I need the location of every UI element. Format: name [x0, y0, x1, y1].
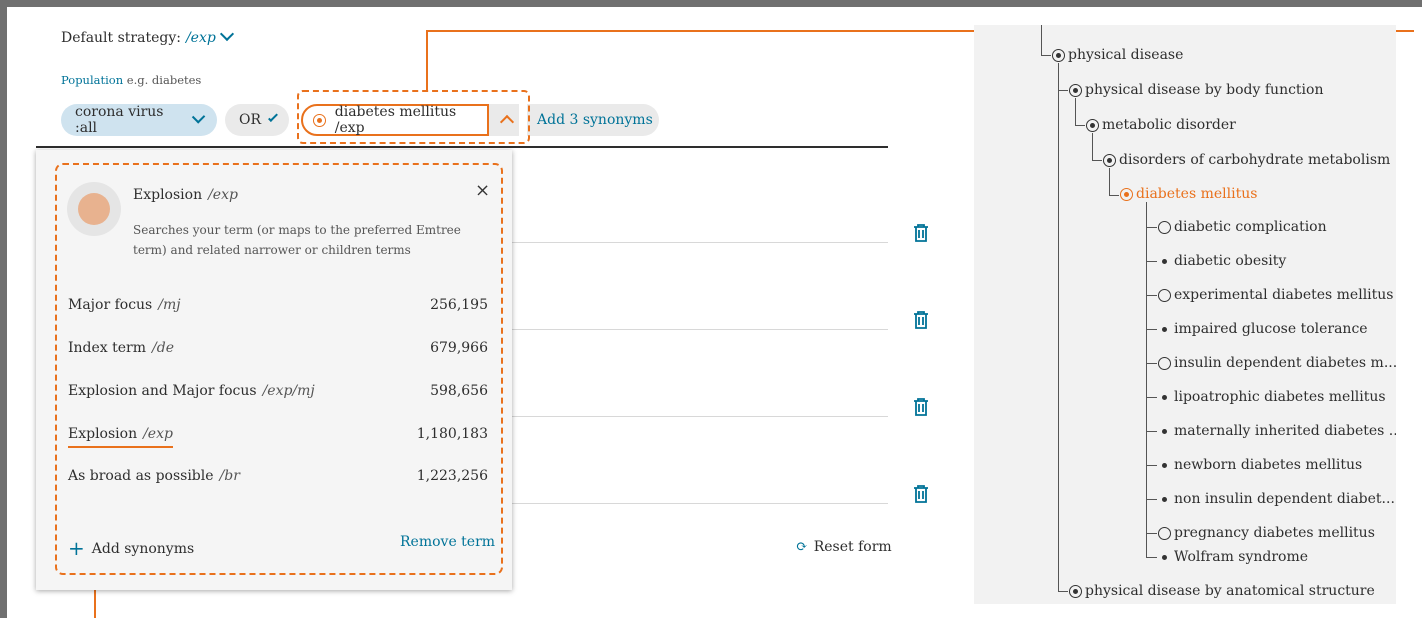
trash-icon[interactable]	[913, 485, 929, 503]
collapsed-node-icon	[1158, 356, 1171, 370]
tree-line	[1092, 133, 1093, 160]
expanded-node-icon	[1103, 153, 1116, 167]
population-label: Population e.g. diabetes	[61, 73, 201, 87]
population-hint: e.g. diabetes	[126, 73, 202, 87]
tree-line	[1075, 125, 1085, 126]
leaf-node-icon	[1158, 323, 1171, 336]
tree-node[interactable]: impaired glucose tolerance	[1158, 321, 1368, 337]
tree-line	[1146, 397, 1157, 398]
tree-node[interactable]: pregnancy diabetes mellitus	[1158, 525, 1375, 541]
tree-line	[1058, 90, 1068, 91]
tree-line	[1146, 295, 1157, 296]
refresh-icon: ⟳	[796, 539, 808, 555]
row-divider	[505, 242, 888, 243]
chip-label: corona virus :all	[75, 104, 164, 136]
tree-node[interactable]: physical disease by body function	[1069, 82, 1323, 98]
add-synonyms-chip[interactable]: Add 3 synonyms	[527, 104, 659, 136]
tree-line	[1146, 557, 1157, 558]
tree-node[interactable]: Wolfram syndrome	[1158, 549, 1308, 565]
row-divider	[505, 503, 888, 504]
tree-node[interactable]: lipoatrophic diabetes mellitus	[1158, 389, 1386, 405]
tree-line	[1075, 98, 1076, 125]
tree-node[interactable]: insulin dependent diabetes m...	[1158, 355, 1396, 371]
tree-line	[1058, 591, 1068, 592]
operator-dropdown[interactable]: OR	[225, 104, 289, 136]
tree-line	[1146, 465, 1157, 466]
expanded-node-icon	[1086, 118, 1099, 132]
reset-label: Reset form	[813, 539, 892, 555]
population-field-name: Population	[61, 73, 124, 87]
strategy-value[interactable]: /exp	[186, 30, 216, 46]
tree-node-selected[interactable]: diabetes mellitus	[1120, 186, 1257, 202]
tree-line	[1146, 499, 1157, 500]
operator-label: OR	[239, 112, 262, 128]
collapsed-node-icon	[1158, 526, 1171, 540]
strategy-label: Default strategy:	[61, 30, 181, 46]
tree-line	[1146, 431, 1157, 432]
trash-icon[interactable]	[913, 224, 929, 242]
tree-line	[1041, 25, 1042, 55]
expanded-node-icon	[1069, 83, 1082, 97]
leaf-node-icon	[1158, 255, 1171, 268]
chevron-down-icon[interactable]	[268, 112, 278, 122]
tree-node[interactable]: non insulin dependent diabet...	[1158, 491, 1395, 507]
default-strategy[interactable]: Default strategy: /exp	[61, 26, 234, 46]
collapsed-node-icon	[1158, 288, 1171, 302]
term-chip-corona-virus[interactable]: corona virus :all	[61, 104, 217, 136]
tree-line	[1041, 55, 1051, 56]
tree-node[interactable]: diabetic complication	[1158, 219, 1327, 235]
popup-highlight-outline	[55, 163, 503, 575]
tree-line	[1109, 195, 1119, 196]
leaf-node-icon	[1158, 459, 1171, 472]
leaf-node-icon	[1158, 493, 1171, 506]
tree-line	[1058, 63, 1059, 591]
row-divider	[505, 416, 888, 417]
tree-node[interactable]: newborn diabetes mellitus	[1158, 457, 1362, 473]
leaf-node-icon	[1158, 391, 1171, 404]
tree-node[interactable]: physical disease	[1052, 47, 1183, 63]
tree-line	[1146, 533, 1157, 534]
tree-node[interactable]: experimental diabetes mellitus	[1158, 287, 1393, 303]
chevron-down-icon[interactable]	[219, 26, 234, 42]
chevron-down-icon[interactable]	[191, 110, 206, 124]
emtree-panel: physical disease physical disease by bod…	[974, 25, 1396, 604]
term-highlight-outline	[297, 90, 530, 144]
selected-node-icon	[1120, 187, 1133, 201]
tree-node[interactable]: maternally inherited diabetes ...	[1158, 423, 1396, 439]
tree-line	[1109, 168, 1110, 195]
collapsed-node-icon	[1158, 220, 1171, 234]
tree-node[interactable]: metabolic disorder	[1086, 117, 1236, 133]
tree-line	[1146, 227, 1157, 228]
row-divider	[505, 329, 888, 330]
expanded-node-icon	[1069, 584, 1082, 598]
leaf-node-icon	[1158, 425, 1171, 438]
trash-icon[interactable]	[913, 311, 929, 329]
tree-line	[1146, 261, 1157, 262]
tree-line	[1092, 160, 1102, 161]
tree-line	[1146, 363, 1157, 364]
trash-icon[interactable]	[913, 398, 929, 416]
expanded-node-icon	[1052, 48, 1065, 62]
search-divider	[36, 146, 888, 148]
tree-node[interactable]: physical disease by anatomical structure	[1069, 583, 1375, 599]
callout-line	[426, 30, 428, 90]
tree-node[interactable]: diabetic obesity	[1158, 253, 1286, 269]
tree-node[interactable]: disorders of carbohydrate metabolism	[1103, 152, 1390, 168]
leaf-node-icon	[1158, 551, 1171, 564]
tree-line	[1146, 202, 1147, 558]
reset-form-button[interactable]: ⟳ Reset form	[796, 539, 892, 555]
tree-line	[1146, 329, 1157, 330]
